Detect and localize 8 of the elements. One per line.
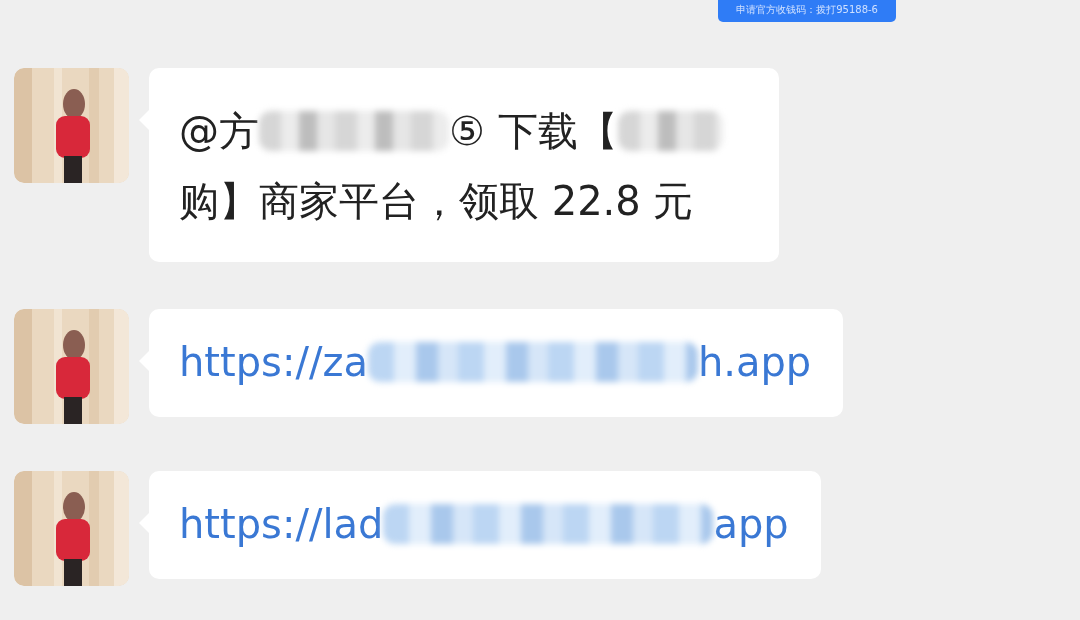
- message-text: 购】商家平台，领取 22.8 元: [179, 178, 694, 224]
- link-text[interactable]: https://lad: [179, 501, 384, 547]
- link-text[interactable]: h.app: [697, 339, 812, 385]
- message-text: ⑤ 下载【: [449, 108, 618, 154]
- message-bubble: 申请官方收钱码：拨打95188-6: [718, 0, 896, 22]
- message-text: @方: [179, 108, 259, 154]
- link-text[interactable]: https://za: [179, 339, 368, 385]
- link-text[interactable]: app: [713, 501, 789, 547]
